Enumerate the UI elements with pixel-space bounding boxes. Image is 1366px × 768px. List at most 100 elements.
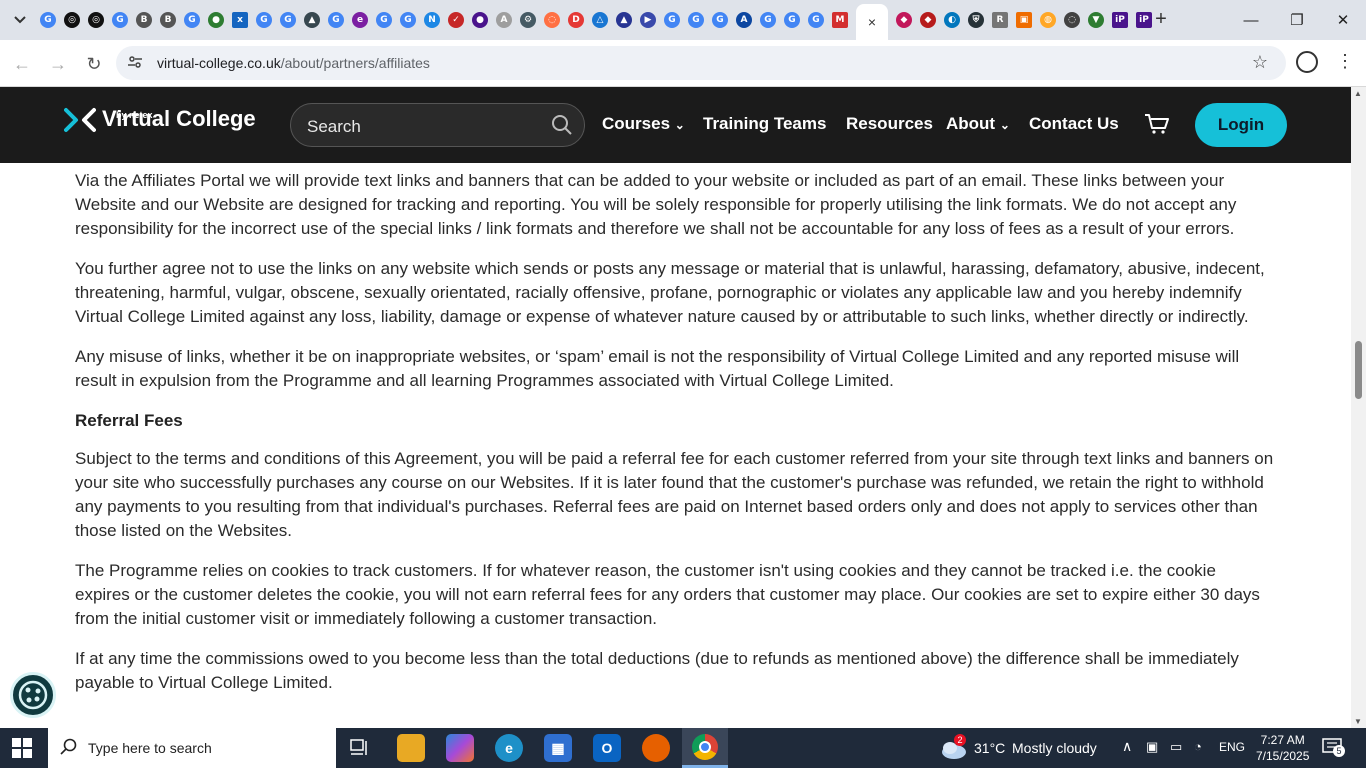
back-arrow-icon[interactable]: ← — [8, 50, 36, 78]
tab-google-icon[interactable]: G — [180, 8, 204, 32]
site-search-input[interactable]: Search — [290, 103, 585, 147]
tab-google-icon[interactable]: G — [756, 8, 780, 32]
profile-avatar-icon[interactable] — [1296, 51, 1318, 73]
logo-chevron-icon — [64, 107, 96, 133]
browser-menu-icon[interactable]: ⋮ — [1336, 50, 1354, 74]
notifications-icon[interactable]: 5 — [1322, 738, 1346, 758]
edge-icon[interactable]: e — [495, 734, 523, 762]
tab-world-icon[interactable]: ◍ — [1036, 8, 1060, 32]
tab-e-icon[interactable]: e — [348, 8, 372, 32]
site-info-icon[interactable] — [126, 54, 144, 72]
tab-red-icon[interactable]: M — [828, 8, 852, 32]
tab-google-icon[interactable]: G — [684, 8, 708, 32]
tab-google-icon[interactable]: G — [708, 8, 732, 32]
weather-temp: 31°C — [974, 740, 1006, 756]
cart-icon[interactable] — [1144, 113, 1170, 135]
firefox-icon[interactable] — [642, 734, 670, 762]
tab-google-icon[interactable]: G — [36, 8, 60, 32]
nav-training-teams[interactable]: Training Teams — [703, 114, 826, 134]
close-window-button[interactable]: ✕ — [1320, 0, 1366, 40]
terms-paragraph: Subject to the terms and conditions of t… — [75, 449, 1274, 540]
scroll-thumb[interactable] — [1355, 341, 1362, 399]
task-view-icon[interactable] — [346, 734, 374, 762]
tab-tool-icon[interactable]: ⚙ — [516, 8, 540, 32]
outlook-icon[interactable]: O — [593, 734, 621, 762]
windows-start-icon[interactable] — [12, 738, 32, 758]
new-tab-plus-icon[interactable]: + — [1150, 8, 1172, 32]
more-tabs: ◆ ◆ ◐ ⛨ R ▣ ◍ ◌ ▼ iP iP — [892, 8, 1156, 32]
tab-green-icon[interactable]: ▼ — [1084, 8, 1108, 32]
tab-google-icon[interactable]: G — [372, 8, 396, 32]
tab-d-icon[interactable]: D — [564, 8, 588, 32]
tab-google-icon[interactable]: G — [804, 8, 828, 32]
tab-google-icon[interactable]: G — [252, 8, 276, 32]
tab-xf-icon[interactable]: x — [228, 8, 252, 32]
scroll-down-arrow-icon[interactable]: ▼ — [1354, 717, 1362, 726]
url-text[interactable]: virtual-college.co.uk/about/partners/aff… — [157, 55, 430, 71]
active-tab-close-icon[interactable]: × — [856, 4, 888, 40]
nav-about[interactable]: About ⌄ — [946, 114, 1010, 134]
tab-shield-icon[interactable]: ⛨ — [964, 8, 988, 32]
forward-arrow-icon[interactable]: → — [44, 50, 72, 78]
tab-n-icon[interactable]: N — [420, 8, 444, 32]
microsoft-store-icon[interactable]: ▦ — [544, 734, 572, 762]
browser-toolbar: ← → ↻ virtual-college.co.uk/about/partne… — [0, 40, 1366, 87]
tab-ip-icon[interactable]: iP — [1108, 8, 1132, 32]
tab-google-icon[interactable]: G — [324, 8, 348, 32]
tab-google-icon[interactable]: G — [276, 8, 300, 32]
tab-ae-icon[interactable]: A — [732, 8, 756, 32]
tab-b-icon[interactable]: B — [132, 8, 156, 32]
tab-red-icon[interactable]: ◆ — [916, 8, 940, 32]
tab-play-icon[interactable]: ▶ — [636, 8, 660, 32]
nav-resources[interactable]: Resources — [846, 114, 933, 134]
language-indicator[interactable]: ENG — [1219, 740, 1245, 754]
tab-circle-icon[interactable]: ● — [468, 8, 492, 32]
taskbar-search-input[interactable]: Type here to search — [48, 728, 336, 768]
tab-google-icon[interactable]: G — [780, 8, 804, 32]
minimize-button[interactable]: — — [1228, 0, 1274, 40]
nav-contact-us[interactable]: Contact Us — [1029, 114, 1119, 134]
tab-red-icon[interactable]: ◆ — [892, 8, 916, 32]
tab-ad-icon[interactable]: A — [492, 8, 516, 32]
tab-google-icon[interactable]: G — [660, 8, 684, 32]
tab-grammar-icon[interactable]: ● — [204, 8, 228, 32]
show-hidden-icons-chevron-up-icon[interactable]: ∧ — [1122, 738, 1132, 755]
tab-r-icon[interactable]: R — [988, 8, 1012, 32]
chrome-taskbar-active[interactable] — [682, 728, 728, 768]
tab-blue-icon[interactable]: ◐ — [940, 8, 964, 32]
scroll-up-arrow-icon[interactable]: ▲ — [1354, 89, 1362, 98]
tab-openai-icon[interactable]: ◎ — [60, 8, 84, 32]
tab-check-icon[interactable]: ✓ — [444, 8, 468, 32]
nav-courses[interactable]: Courses ⌄ — [602, 114, 685, 134]
tab-edu-icon[interactable]: ▲ — [300, 8, 324, 32]
restore-button[interactable]: ❐ — [1274, 0, 1320, 40]
wifi-icon[interactable]: ◔ — [1194, 739, 1202, 754]
file-explorer-icon[interactable] — [397, 734, 425, 762]
meet-icon[interactable]: ▣ — [1146, 739, 1158, 755]
taskbar-clock[interactable]: 7:27 AM 7/15/2025 — [1256, 732, 1309, 764]
tab-orange-icon[interactable]: ◌ — [540, 8, 564, 32]
tab-b-icon[interactable]: B — [156, 8, 180, 32]
weather-widget[interactable]: 2 31°C Mostly cloudy — [940, 728, 1110, 768]
tab-globe-icon[interactable]: ◌ — [1060, 8, 1084, 32]
tab-openai-icon[interactable]: ◎ — [84, 8, 108, 32]
reload-icon[interactable]: ↻ — [80, 50, 108, 78]
tab-search-chevron-down-icon[interactable] — [8, 8, 32, 32]
tab-google-icon[interactable]: G — [396, 8, 420, 32]
tab-orange-icon[interactable]: ▣ — [1012, 8, 1036, 32]
nav-courses-label: Courses — [602, 114, 671, 133]
login-button[interactable]: Login — [1195, 103, 1287, 147]
copilot-icon[interactable] — [446, 734, 474, 762]
star-icon[interactable]: ☆ — [1252, 52, 1268, 73]
search-icon[interactable] — [550, 113, 574, 137]
battery-icon[interactable]: ▭ — [1170, 739, 1182, 755]
tab-triangle-icon[interactable]: △ — [588, 8, 612, 32]
cookie-settings-button[interactable] — [10, 672, 56, 718]
address-bar[interactable]: virtual-college.co.uk/about/partners/aff… — [116, 46, 1286, 80]
cookie-icon — [18, 680, 48, 710]
tab-triangle-icon[interactable]: ▲ — [612, 8, 636, 32]
page-scrollbar[interactable]: ▲ ▼ — [1351, 87, 1366, 728]
tab-google-icon[interactable]: G — [108, 8, 132, 32]
windows-taskbar: Type here to search e ▦ O 2 31°C Mostly … — [0, 728, 1366, 768]
site-logo[interactable]: Virtual College — [64, 107, 256, 133]
